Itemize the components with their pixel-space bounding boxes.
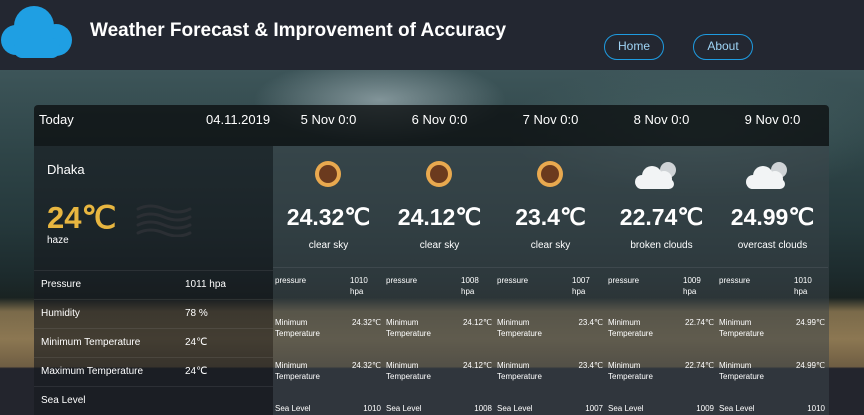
forecast-date: 5 Nov 0:0 xyxy=(300,112,357,127)
row-value: 1011 hpa xyxy=(185,279,226,290)
haze-icon xyxy=(136,204,192,237)
cell-label: pressure xyxy=(719,276,751,285)
today-row-min-temp: Minimum Temperature 24℃ xyxy=(34,328,273,357)
cell-label: Minimum Temperature xyxy=(608,361,653,381)
current-temperature: 24℃ xyxy=(47,200,117,235)
forecast-temperature: 23.4℃ xyxy=(515,204,586,230)
cell-label: Minimum Temperature xyxy=(275,361,320,381)
forecast-temperature: 24.32℃ xyxy=(286,204,371,230)
cell-label: Minimum Temperature xyxy=(608,318,653,338)
sun-icon xyxy=(537,161,563,187)
forecast-date: 9 Nov 0:0 xyxy=(744,112,801,127)
cell-value: 24.99℃ xyxy=(795,361,825,370)
cell-label: Minimum Temperature xyxy=(719,318,764,338)
cell-label: Minimum Temperature xyxy=(386,361,431,381)
cell-value: 23.4℃ xyxy=(578,361,603,370)
cell-value: 1010 xyxy=(363,404,381,413)
home-button[interactable]: Home xyxy=(604,34,664,60)
today-row-humidity: Humidity 78 % xyxy=(34,299,273,328)
cell-value: 22.74℃ xyxy=(684,318,714,327)
cell-label: pressure xyxy=(275,276,307,285)
divider xyxy=(606,267,717,268)
cell-label: Sea Level xyxy=(719,404,755,413)
row-label: Maximum Temperature xyxy=(41,366,144,377)
cell-value: 1010 hpa xyxy=(794,276,812,296)
cell-label: Sea Level xyxy=(608,404,644,413)
cloud-icon xyxy=(635,162,676,189)
cell-label: Minimum Temperature xyxy=(386,318,431,338)
cell-value: 1010 hpa xyxy=(350,276,368,296)
today-row-pressure: Pressure 1011 hpa xyxy=(34,270,273,299)
cell-value: 23.4℃ xyxy=(578,318,603,327)
current-condition: haze xyxy=(47,235,69,246)
cell-label: Sea Level xyxy=(386,404,422,413)
cell-value: 24.99℃ xyxy=(795,318,825,327)
forecast-day: 6 Nov 0:0 24.12℃ clear sky pressure 1008… xyxy=(384,105,495,415)
cloud-icon xyxy=(746,162,787,189)
forecast-day: 5 Nov 0:0 24.32℃ clear sky pressure 1010… xyxy=(273,105,384,415)
divider xyxy=(273,267,384,268)
cell-value: 1007 xyxy=(585,404,603,413)
today-label: Today xyxy=(39,112,74,127)
cell-value: 1007 hpa xyxy=(572,276,590,296)
site-title: Weather Forecast & Improvement of Accura… xyxy=(90,20,507,41)
forecast-table: Today 04.11.2019 Dhaka 24℃ haze Pressure… xyxy=(34,105,829,415)
forecast-day: 8 Nov 0:0 22.74℃ broken clouds pressure … xyxy=(606,105,717,415)
cell-value: 1009 xyxy=(696,404,714,413)
forecast-condition: clear sky xyxy=(530,240,571,251)
cell-label: pressure xyxy=(497,276,529,285)
forecast-day: 9 Nov 0:0 24.99℃ overcast clouds pressur… xyxy=(717,105,828,415)
cell-label: Minimum Temperature xyxy=(497,361,542,381)
forecast-date: 8 Nov 0:0 xyxy=(633,112,690,127)
cell-value: 24.32℃ xyxy=(351,318,381,327)
row-label: Sea Level xyxy=(41,395,86,406)
forecast-condition: broken clouds xyxy=(630,240,693,251)
today-row-sea-level: Sea Level xyxy=(34,386,273,415)
today-date: 04.11.2019 xyxy=(206,112,271,127)
forecast-temperature: 24.99℃ xyxy=(730,204,815,230)
city-name: Dhaka xyxy=(47,162,85,177)
row-label: Minimum Temperature xyxy=(41,337,141,348)
cell-label: pressure xyxy=(386,276,418,285)
cell-value: 24.12℃ xyxy=(462,318,492,327)
divider xyxy=(717,267,828,268)
forecast-condition: clear sky xyxy=(308,240,349,251)
cell-value: 24.12℃ xyxy=(462,361,492,370)
cell-value: 22.74℃ xyxy=(684,361,714,370)
forecast-date: 6 Nov 0:0 xyxy=(411,112,468,127)
forecast-condition: overcast clouds xyxy=(737,240,808,251)
cell-label: Minimum Temperature xyxy=(275,318,320,338)
cell-value: 1010 xyxy=(807,404,825,413)
cell-label: pressure xyxy=(608,276,640,285)
forecast-temperature: 22.74℃ xyxy=(619,204,704,230)
sun-icon xyxy=(426,161,452,187)
site-header: Weather Forecast & Improvement of Accura… xyxy=(0,0,864,70)
about-button[interactable]: About xyxy=(693,34,753,60)
row-value: 78 % xyxy=(185,308,208,319)
cell-label: Minimum Temperature xyxy=(719,361,764,381)
forecast-condition: clear sky xyxy=(419,240,460,251)
divider xyxy=(495,267,606,268)
divider xyxy=(384,267,495,268)
cloud-icon[interactable] xyxy=(0,2,76,60)
cell-value: 1008 hpa xyxy=(461,276,479,296)
forecast-temperature: 24.12℃ xyxy=(397,204,482,230)
cell-label: Sea Level xyxy=(275,404,311,413)
cell-label: Sea Level xyxy=(497,404,533,413)
cell-value: 1008 xyxy=(474,404,492,413)
row-label: Pressure xyxy=(41,279,82,290)
cell-label: Minimum Temperature xyxy=(497,318,542,338)
row-label: Humidity xyxy=(41,308,80,319)
sun-icon xyxy=(315,161,341,187)
cell-value: 24.32℃ xyxy=(351,361,381,370)
forecast-day: 7 Nov 0:0 23.4℃ clear sky pressure 1007 … xyxy=(495,105,606,415)
forecast-date: 7 Nov 0:0 xyxy=(522,112,579,127)
today-row-max-temp: Maximum Temperature 24℃ xyxy=(34,357,273,386)
cell-value: 1009 hpa xyxy=(683,276,701,296)
row-value: 24℃ xyxy=(185,366,208,377)
row-value: 24℃ xyxy=(185,337,208,348)
